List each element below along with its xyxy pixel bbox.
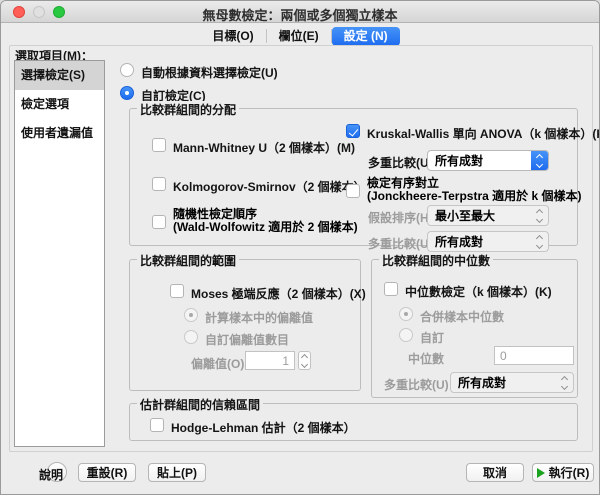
tab-fields[interactable]: 欄位(E) bbox=[267, 27, 331, 46]
median-field-label: 中位數 bbox=[408, 352, 445, 366]
runs-test-label[interactable]: 隨機性檢定順序 (Wald-Wolfowitz 適用於 2 個樣本) bbox=[173, 208, 358, 234]
jonckheere-terpstra-checkbox[interactable] bbox=[346, 184, 360, 198]
kruskal-wallis-label[interactable]: Kruskal-Wallis 單向 ANOVA（k 個樣本）(K) bbox=[367, 125, 599, 142]
sidebar-item-user-missing[interactable]: 使用者遺漏值 bbox=[15, 119, 104, 148]
cancel-button[interactable]: 取消 bbox=[466, 463, 524, 482]
paste-button[interactable]: 貼上(P) bbox=[148, 463, 206, 482]
kolmogorov-smirnov-label[interactable]: Kolmogorov-Smirnov（2 個樣本） bbox=[173, 178, 366, 195]
run-button[interactable]: 執行(R) bbox=[532, 463, 594, 482]
custom-median-label: 自訂 bbox=[420, 331, 445, 345]
runs-test-checkbox[interactable] bbox=[152, 215, 166, 229]
pooled-median-radio bbox=[399, 307, 413, 321]
jonckheere-terpstra-label[interactable]: 檢定有序對立 (Jonckheere-Terpstra 適用於 k 個樣本) bbox=[367, 177, 582, 203]
custom-outliers-radio bbox=[184, 330, 198, 344]
auto-select-tests-radio[interactable] bbox=[120, 63, 134, 77]
tab-bar: 目標(O) 欄位(E) 設定 (N) bbox=[1, 26, 599, 46]
pooled-median-label: 合併樣本中位數 bbox=[420, 310, 505, 324]
run-play-icon bbox=[536, 467, 545, 478]
group-compare-distributions-title: 比較群組間的分配 bbox=[137, 101, 240, 118]
dropdown-stepper-icon bbox=[531, 151, 548, 170]
custom-outliers-label: 自訂偏離值數目 bbox=[205, 333, 290, 347]
compute-outliers-label: 計算樣本中的偏離值 bbox=[205, 311, 314, 325]
sidebar-item-choose-tests[interactable]: 選擇檢定(S) bbox=[15, 61, 104, 90]
dropdown-stepper-icon bbox=[531, 232, 548, 251]
median-multiple-comparisons-dropdown: 所有成對 bbox=[450, 372, 574, 393]
multiple-comparisons-dropdown[interactable]: 所有成對 bbox=[427, 150, 549, 171]
compute-outliers-radio bbox=[184, 308, 198, 322]
moses-checkbox[interactable] bbox=[170, 284, 184, 298]
hypothesis-order-label: 假設排序(H) bbox=[368, 211, 433, 225]
median-test-label[interactable]: 中位數檢定（k 個樣本）(K) bbox=[405, 283, 552, 300]
group-compare-medians-title: 比較群組間的中位數 bbox=[379, 252, 494, 269]
outliers-field-label: 偏離值(O) bbox=[191, 357, 245, 371]
median-input: 0 bbox=[494, 346, 574, 365]
sidebar-list: 選擇檢定(S) 檢定選項 使用者遺漏值 bbox=[14, 60, 105, 447]
tab-objective[interactable]: 目標(O) bbox=[200, 27, 265, 46]
hodge-lehman-label[interactable]: Hodge-Lehman 估計（2 個樣本） bbox=[171, 419, 356, 436]
auto-select-tests-label[interactable]: 自動根據資料選擇檢定(U) bbox=[141, 64, 278, 81]
hodge-lehman-checkbox[interactable] bbox=[150, 418, 164, 432]
help-button-label[interactable]: 說明 bbox=[39, 466, 63, 483]
tab-settings[interactable]: 設定 (N) bbox=[331, 26, 400, 46]
hypothesis-order-dropdown: 最小至最大 bbox=[427, 205, 549, 226]
group-confidence-interval-title: 估計群組間的信賴區間 bbox=[137, 396, 264, 413]
mann-whitney-label[interactable]: Mann-Whitney U（2 個樣本）(M) bbox=[173, 139, 355, 156]
group-compare-ranges: 比較群組間的範圍 Moses 極端反應（2 個樣本）(X) 計算樣本中的偏離值 … bbox=[129, 252, 366, 391]
mann-whitney-checkbox[interactable] bbox=[152, 138, 166, 152]
jt-multiple-comparisons-label: 多重比較(U) bbox=[368, 237, 433, 251]
outliers-stepper-icon bbox=[298, 351, 311, 370]
customize-tests-radio[interactable] bbox=[120, 86, 134, 100]
group-confidence-interval: 估計群組間的信賴區間 Hodge-Lehman 估計（2 個樣本） bbox=[129, 396, 578, 441]
window-title: 無母數檢定：兩個或多個獨立樣本 bbox=[202, 8, 398, 23]
group-compare-ranges-title: 比較群組間的範圍 bbox=[137, 252, 240, 269]
outliers-input: 1 bbox=[245, 351, 295, 370]
jt-multiple-comparisons-dropdown: 所有成對 bbox=[427, 231, 549, 252]
kruskal-wallis-checkbox[interactable] bbox=[346, 124, 360, 138]
dialog-window: 無母數檢定：兩個或多個獨立樣本 目標(O) 欄位(E) 設定 (N) 選取項目(… bbox=[0, 0, 600, 495]
median-multiple-comparisons-label: 多重比較(U) bbox=[384, 378, 449, 392]
sidebar-item-test-options[interactable]: 檢定選項 bbox=[15, 90, 104, 119]
group-compare-medians: 比較群組間的中位數 中位數檢定（k 個樣本）(K) 合併樣本中位數 自訂 中位數… bbox=[371, 252, 578, 398]
dropdown-stepper-icon bbox=[531, 206, 548, 225]
reset-button[interactable]: 重設(R) bbox=[78, 463, 136, 482]
kolmogorov-smirnov-checkbox[interactable] bbox=[152, 177, 166, 191]
dropdown-stepper-icon bbox=[556, 373, 573, 392]
median-test-checkbox[interactable] bbox=[384, 282, 398, 296]
group-compare-distributions: 比較群組間的分配 Mann-Whitney U（2 個樣本）(M) Kolmog… bbox=[129, 101, 599, 252]
moses-label[interactable]: Moses 極端反應（2 個樣本）(X) bbox=[191, 285, 366, 302]
multiple-comparisons-label: 多重比較(U) bbox=[368, 156, 433, 170]
custom-median-radio bbox=[399, 328, 413, 342]
title-bar: 無母數檢定：兩個或多個獨立樣本 bbox=[1, 1, 599, 23]
